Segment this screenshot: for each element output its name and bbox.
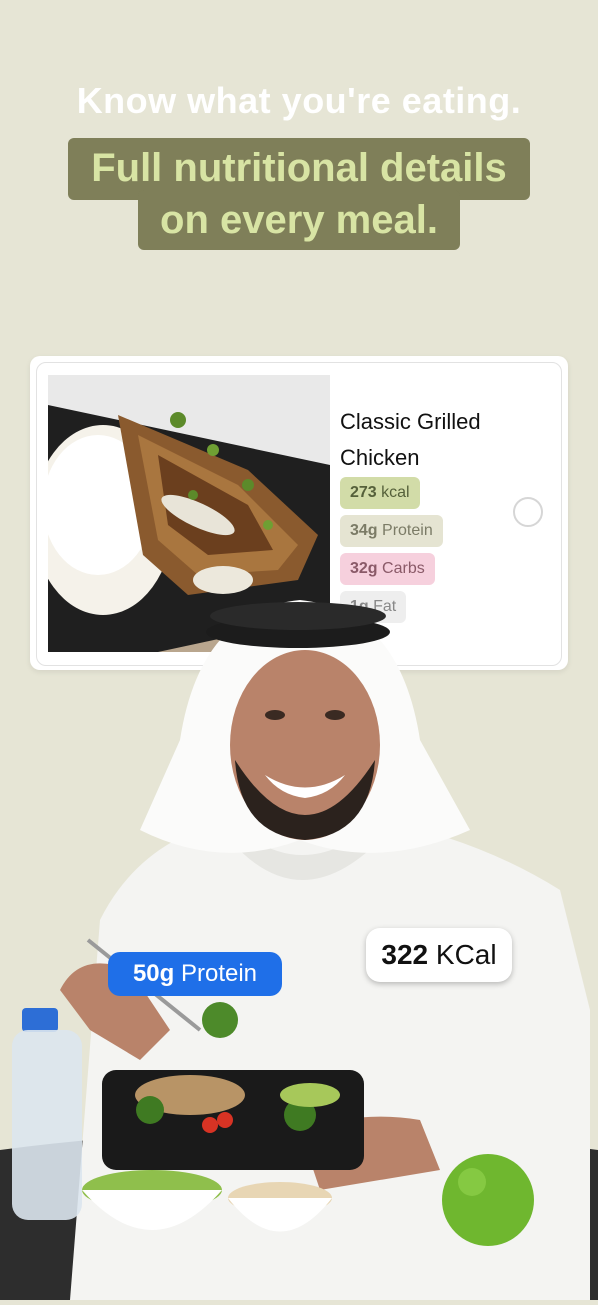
headline-line-3: on every meal. (138, 190, 460, 250)
protein-value: 34g (350, 522, 378, 539)
carbs-unit: Carbs (382, 560, 425, 577)
kcal-value: 273 (350, 484, 377, 501)
protein-bubble-unit: Protein (180, 960, 258, 987)
carbs-value: 32g (350, 560, 378, 577)
kcal-bubble-value: 322 (381, 939, 429, 970)
headline-line-1: Know what you're eating. (76, 80, 522, 121)
protein-bubble: 50g Protein (108, 952, 282, 996)
protein-bubble-value: 50g (132, 960, 175, 987)
kcal-bubble: 322 KCal (366, 928, 512, 982)
meal-title: Classic Grilled Chicken (340, 409, 481, 470)
kcal-bubble-unit: KCal (435, 939, 497, 970)
kcal-unit: kcal (381, 484, 410, 501)
carbs-tag: 32g Carbs (340, 553, 435, 585)
select-radio[interactable] (513, 497, 543, 527)
protein-tag: 34g Protein (340, 515, 443, 547)
protein-unit: Protein (382, 522, 433, 539)
kcal-tag: 273 kcal (340, 477, 420, 509)
